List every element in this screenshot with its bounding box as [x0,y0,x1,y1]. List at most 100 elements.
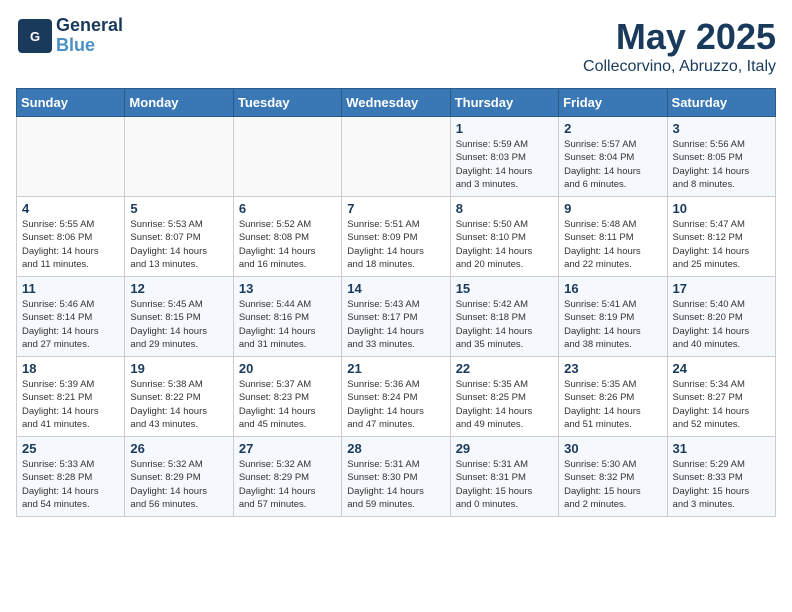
calendar-cell [342,117,450,197]
day-header-saturday: Saturday [667,89,775,117]
day-number: 7 [347,201,444,216]
cell-info: Sunrise: 5:46 AM Sunset: 8:14 PM Dayligh… [22,298,119,351]
calendar-week-1: 1Sunrise: 5:59 AM Sunset: 8:03 PM Daylig… [17,117,776,197]
logo-line2: Blue [56,36,123,56]
day-number: 24 [673,361,770,376]
day-number: 11 [22,281,119,296]
day-number: 29 [456,441,553,456]
calendar-cell: 29 Sunrise: 5:31 AM Sunset: 8:31 PM Dayli… [450,437,558,517]
calendar-cell: 19 Sunrise: 5:38 AM Sunset: 8:22 PM Dayli… [125,357,233,437]
day-number: 21 [347,361,444,376]
day-number: 19 [130,361,227,376]
calendar-cell: 23Sunrise: 5:35 AM Sunset: 8:26 PM Dayli… [559,357,667,437]
day-number: 10 [673,201,770,216]
cell-info: Sunrise: 5:45 AM Sunset: 8:15 PM Dayligh… [130,298,227,351]
day-number: 3 [673,121,770,136]
logo: G General Blue [16,16,123,56]
cell-info: Sunrise: 5:30 AM Sunset: 8:32 PM Dayligh… [564,458,661,511]
cell-info: Sunrise: 5:38 AM Sunset: 8:22 PM Dayligh… [130,378,227,431]
calendar-cell: 13Sunrise: 5:44 AM Sunset: 8:16 PM Dayli… [233,277,341,357]
cell-info: Sunrise: 5:29 AM Sunset: 8:33 PM Dayligh… [673,458,770,511]
day-number: 5 [130,201,227,216]
calendar-cell: 14 Sunrise: 5:43 AM Sunset: 8:17 PM Dayli… [342,277,450,357]
cell-info: Sunrise: 5:32 AM Sunset: 8:29 PM Dayligh… [239,458,336,511]
calendar-cell: 30 Sunrise: 5:30 AM Sunset: 8:32 PM Dayli… [559,437,667,517]
calendar-cell [17,117,125,197]
calendar-cell: 8 Sunrise: 5:50 AM Sunset: 8:10 PM Daylig… [450,197,558,277]
cell-info: Sunrise: 5:51 AM Sunset: 8:09 PM Dayligh… [347,218,444,271]
day-number: 15 [456,281,553,296]
cell-info: Sunrise: 5:56 AM Sunset: 8:05 PM Dayligh… [673,138,770,191]
cell-info: Sunrise: 5:31 AM Sunset: 8:30 PM Dayligh… [347,458,444,511]
calendar-table: SundayMondayTuesdayWednesdayThursdayFrid… [16,88,776,517]
calendar-week-3: 11 Sunrise: 5:46 AM Sunset: 8:14 PM Dayli… [17,277,776,357]
calendar-cell: 2 Sunrise: 5:57 AM Sunset: 8:04 PM Daylig… [559,117,667,197]
cell-info: Sunrise: 5:40 AM Sunset: 8:20 PM Dayligh… [673,298,770,351]
calendar-cell: 28 Sunrise: 5:31 AM Sunset: 8:30 PM Dayli… [342,437,450,517]
calendar-cell: 24 Sunrise: 5:34 AM Sunset: 8:27 PM Dayli… [667,357,775,437]
logo-line1: General [56,16,123,36]
cell-info: Sunrise: 5:57 AM Sunset: 8:04 PM Dayligh… [564,138,661,191]
calendar-cell: 20 Sunrise: 5:37 AM Sunset: 8:23 PM Dayli… [233,357,341,437]
calendar-cell [233,117,341,197]
day-number: 18 [22,361,119,376]
calendar-cell: 16 Sunrise: 5:41 AM Sunset: 8:19 PM Dayli… [559,277,667,357]
day-number: 16 [564,281,661,296]
calendar-cell: 18 Sunrise: 5:39 AM Sunset: 8:21 PM Dayli… [17,357,125,437]
calendar-cell [125,117,233,197]
calendar-cell: 22Sunrise: 5:35 AM Sunset: 8:25 PM Dayli… [450,357,558,437]
cell-info: Sunrise: 5:32 AM Sunset: 8:29 PM Dayligh… [130,458,227,511]
calendar-cell: 21 Sunrise: 5:36 AM Sunset: 8:24 PM Dayli… [342,357,450,437]
cell-info: Sunrise: 5:47 AM Sunset: 8:12 PM Dayligh… [673,218,770,271]
calendar-week-2: 4 Sunrise: 5:55 AM Sunset: 8:06 PM Daylig… [17,197,776,277]
cell-info: Sunrise: 5:52 AM Sunset: 8:08 PM Dayligh… [239,218,336,271]
calendar-cell: 17 Sunrise: 5:40 AM Sunset: 8:20 PM Dayli… [667,277,775,357]
cell-info: Sunrise: 5:36 AM Sunset: 8:24 PM Dayligh… [347,378,444,431]
day-header-wednesday: Wednesday [342,89,450,117]
day-number: 20 [239,361,336,376]
day-header-thursday: Thursday [450,89,558,117]
cell-info: Sunrise: 5:39 AM Sunset: 8:21 PM Dayligh… [22,378,119,431]
day-number: 6 [239,201,336,216]
svg-text:G: G [30,29,40,44]
month-title: May 2025 [583,16,776,58]
day-header-tuesday: Tuesday [233,89,341,117]
title-block: May 2025 Collecorvino, Abruzzo, Italy [583,16,776,76]
day-number: 14 [347,281,444,296]
cell-info: Sunrise: 5:31 AM Sunset: 8:31 PM Dayligh… [456,458,553,511]
calendar-cell: 4 Sunrise: 5:55 AM Sunset: 8:06 PM Daylig… [17,197,125,277]
cell-info: Sunrise: 5:35 AM Sunset: 8:25 PM Dayligh… [456,378,553,431]
cell-info: Sunrise: 5:34 AM Sunset: 8:27 PM Dayligh… [673,378,770,431]
day-number: 8 [456,201,553,216]
day-number: 2 [564,121,661,136]
day-number: 30 [564,441,661,456]
day-header-sunday: Sunday [17,89,125,117]
day-number: 4 [22,201,119,216]
location: Collecorvino, Abruzzo, Italy [583,58,776,76]
calendar-cell: 12 Sunrise: 5:45 AM Sunset: 8:15 PM Dayli… [125,277,233,357]
cell-info: Sunrise: 5:37 AM Sunset: 8:23 PM Dayligh… [239,378,336,431]
cell-info: Sunrise: 5:43 AM Sunset: 8:17 PM Dayligh… [347,298,444,351]
cell-info: Sunrise: 5:41 AM Sunset: 8:19 PM Dayligh… [564,298,661,351]
cell-info: Sunrise: 5:55 AM Sunset: 8:06 PM Dayligh… [22,218,119,271]
calendar-cell: 9Sunrise: 5:48 AM Sunset: 8:11 PM Daylig… [559,197,667,277]
day-number: 9 [564,201,661,216]
day-number: 13 [239,281,336,296]
calendar-cell: 1Sunrise: 5:59 AM Sunset: 8:03 PM Daylig… [450,117,558,197]
cell-info: Sunrise: 5:35 AM Sunset: 8:26 PM Dayligh… [564,378,661,431]
calendar-cell: 11 Sunrise: 5:46 AM Sunset: 8:14 PM Dayli… [17,277,125,357]
day-number: 31 [673,441,770,456]
cell-info: Sunrise: 5:59 AM Sunset: 8:03 PM Dayligh… [456,138,553,191]
day-number: 27 [239,441,336,456]
calendar-cell: 3 Sunrise: 5:56 AM Sunset: 8:05 PM Daylig… [667,117,775,197]
day-number: 28 [347,441,444,456]
calendar-cell: 25Sunrise: 5:33 AM Sunset: 8:28 PM Dayli… [17,437,125,517]
calendar-cell: 27 Sunrise: 5:32 AM Sunset: 8:29 PM Dayli… [233,437,341,517]
day-header-friday: Friday [559,89,667,117]
day-header-monday: Monday [125,89,233,117]
calendar-header: SundayMondayTuesdayWednesdayThursdayFrid… [17,89,776,117]
cell-info: Sunrise: 5:50 AM Sunset: 8:10 PM Dayligh… [456,218,553,271]
calendar-cell: 15Sunrise: 5:42 AM Sunset: 8:18 PM Dayli… [450,277,558,357]
day-number: 17 [673,281,770,296]
day-number: 12 [130,281,227,296]
